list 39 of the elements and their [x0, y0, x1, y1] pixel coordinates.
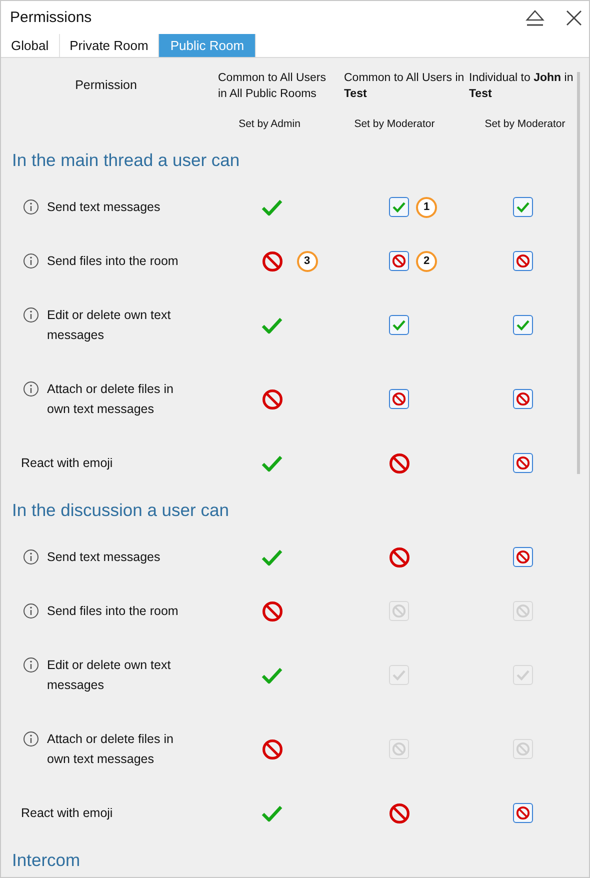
permission-label: Attach or delete files in own text messages — [47, 731, 174, 768]
column-note: Set by Moderator — [354, 117, 435, 132]
info-icon[interactable] — [23, 381, 39, 397]
section-title: In the discussion a user can — [12, 500, 229, 520]
number-badge: 1 — [416, 196, 437, 218]
info-icon[interactable] — [23, 603, 39, 619]
info-icon[interactable] — [23, 657, 39, 673]
permission-label: Edit or delete own text messages — [47, 307, 172, 344]
column-header: Common to All Users in All Public Rooms — [218, 71, 328, 102]
window-title: Permissions — [10, 9, 93, 26]
permission-label: Send text messages — [47, 549, 160, 566]
info-icon[interactable] — [23, 731, 39, 747]
permission-checkbox[interactable] — [389, 197, 409, 217]
info-icon[interactable] — [23, 253, 39, 269]
scrollbar[interactable] — [577, 72, 580, 474]
permission-label: Edit or delete own text messages — [47, 657, 172, 694]
section-title: In the main thread a user can — [12, 150, 240, 170]
info-icon[interactable] — [23, 199, 39, 215]
permission-checkbox[interactable] — [389, 315, 409, 335]
permission-label: Send files into the room — [47, 253, 178, 270]
permission-label: Send text messages — [47, 199, 160, 216]
column-note: Set by Admin — [238, 117, 300, 132]
number-badge: 3 — [296, 250, 318, 272]
number-badge: 2 — [416, 250, 437, 272]
close-icon[interactable] — [565, 8, 583, 26]
column-header: Common to All Users in Test — [344, 71, 465, 102]
permission-checkbox[interactable] — [513, 315, 533, 335]
permission-label: Send files into the room — [47, 603, 178, 620]
section-title: Intercom — [12, 850, 80, 870]
column-header: Permission — [75, 78, 137, 94]
info-icon[interactable] — [23, 307, 39, 323]
permission-label: React with emoji — [21, 455, 113, 472]
info-icon[interactable] — [23, 549, 39, 565]
eject-icon[interactable] — [525, 8, 545, 26]
permission-label: Attach or delete files in own text messages — [47, 381, 174, 418]
column-note: Set by Moderator — [484, 117, 566, 132]
permission-label: React with emoji — [21, 805, 113, 822]
column-header: Individual to John in Test — [469, 71, 574, 102]
permission-checkbox[interactable] — [513, 197, 533, 217]
